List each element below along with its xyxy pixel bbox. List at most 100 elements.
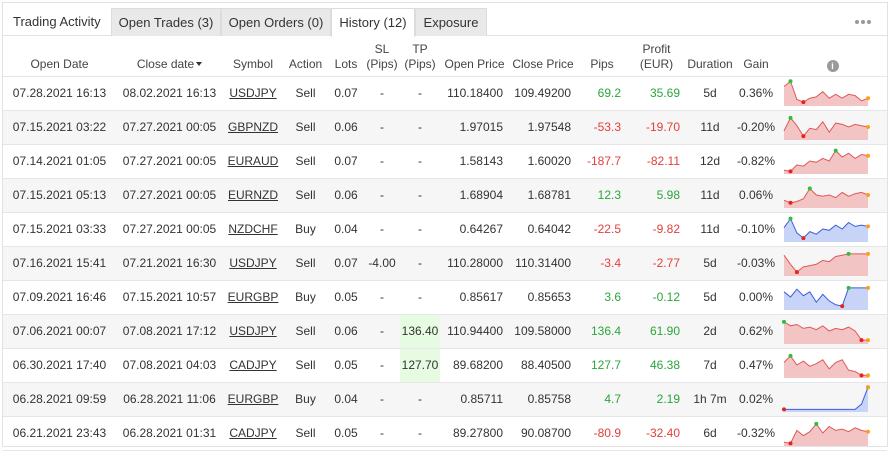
open-price-cell: 1.58143 — [440, 144, 509, 179]
sparkline-high-dot — [788, 115, 793, 120]
sparkline-line — [784, 387, 869, 410]
open-date-cell: 07.16.2021 15:41 — [3, 246, 116, 281]
equity-sparkline[interactable] — [782, 316, 870, 346]
table-body: 07.28.2021 16:13 08.02.2021 16:13 USDJPY Se… — [3, 76, 887, 451]
tab-open-orders[interactable]: Open Orders (0) — [221, 8, 331, 36]
equity-sparkline[interactable] — [782, 112, 870, 142]
sparkline-low-dot — [801, 134, 806, 139]
col-lots[interactable]: Lots — [328, 36, 364, 77]
col-sl[interactable]: SL (Pips) — [364, 36, 400, 77]
symbol-link[interactable]: CADJPY — [229, 358, 276, 372]
symbol-link[interactable]: USDJPY — [229, 324, 276, 338]
profit-cell: 61.90 — [627, 314, 686, 349]
pips-cell: -3.4 — [577, 246, 627, 281]
lots-cell: 0.06 — [328, 110, 364, 145]
pips-cell: -22.5 — [577, 212, 627, 247]
col-symbol[interactable]: Symbol — [223, 36, 283, 77]
symbol-link[interactable]: EURGBP — [228, 392, 279, 406]
open-price-cell: 110.94400 — [440, 314, 509, 349]
open-date-cell: 07.28.2021 16:13 — [3, 76, 116, 111]
sparkline-cell — [778, 110, 887, 145]
gain-cell: 0.47% — [734, 348, 778, 383]
action-cell: Sell — [283, 246, 328, 281]
open-price-cell: 1.68904 — [440, 178, 509, 213]
col-open-date[interactable]: Open Date — [3, 36, 116, 77]
tp-cell: - — [400, 76, 440, 111]
duration-cell: 7d — [686, 348, 734, 383]
equity-sparkline[interactable] — [782, 384, 870, 414]
close-date-cell: 07.08.2021 17:12 — [116, 314, 223, 349]
col-action[interactable]: Action — [283, 36, 328, 77]
tab-open-trades[interactable]: Open Trades (3) — [111, 8, 221, 36]
equity-sparkline[interactable] — [782, 214, 870, 244]
tab-history[interactable]: History (12) — [331, 8, 415, 37]
duration-cell: 11d — [686, 212, 734, 247]
equity-sparkline[interactable] — [782, 282, 870, 312]
symbol-link[interactable]: CADJPY — [229, 426, 276, 440]
table-row: 07.15.2021 03:33 07.27.2021 00:05 NZDCHF Bu… — [3, 212, 887, 247]
sparkline-low-dot — [801, 100, 806, 105]
profit-cell: 2.19 — [627, 382, 686, 417]
tp-cell: - — [400, 280, 440, 315]
info-icon[interactable]: i — [826, 59, 839, 72]
equity-sparkline[interactable] — [782, 146, 870, 176]
equity-sparkline[interactable] — [782, 418, 870, 448]
col-tp[interactable]: TP (Pips) — [400, 36, 440, 77]
equity-sparkline[interactable] — [782, 180, 870, 210]
sl-cell: - — [364, 76, 400, 111]
col-info: i — [778, 36, 887, 77]
close-price-cell: 1.68781 — [509, 178, 577, 213]
profit-cell: -0.12 — [627, 280, 686, 315]
col-profit[interactable]: Profit (EUR) — [627, 36, 686, 77]
action-cell: Sell — [283, 348, 328, 383]
sparkline-low-dot — [840, 304, 845, 309]
tp-cell: - — [400, 110, 440, 145]
profit-cell: -9.82 — [627, 212, 686, 247]
sparkline-end-dot — [866, 338, 870, 343]
symbol-link[interactable]: USDJPY — [229, 86, 276, 100]
equity-sparkline[interactable] — [782, 350, 870, 380]
symbol-link[interactable]: EURAUD — [228, 154, 279, 168]
action-cell: Sell — [283, 110, 328, 145]
symbol-link[interactable]: NZDCHF — [228, 222, 277, 236]
equity-sparkline[interactable] — [782, 78, 870, 108]
sparkline-cell — [778, 212, 887, 247]
pips-cell: 3.6 — [577, 280, 627, 315]
table-row: 07.15.2021 05:13 07.27.2021 00:05 EURNZD Se… — [3, 178, 887, 213]
symbol-link[interactable]: GBPNZD — [228, 120, 278, 134]
sparkline-cell — [778, 382, 887, 417]
symbol-link[interactable]: EURNZD — [228, 188, 278, 202]
action-cell: Buy — [283, 382, 328, 417]
symbol-cell: NZDCHF — [223, 212, 283, 247]
open-date-cell: 07.15.2021 03:33 — [3, 212, 116, 247]
sparkline-area — [784, 355, 868, 378]
col-duration[interactable]: Duration — [686, 36, 734, 77]
duration-cell: 1h 7m — [686, 382, 734, 417]
equity-sparkline[interactable] — [782, 248, 870, 278]
sl-cell: - — [364, 178, 400, 213]
action-cell: Sell — [283, 314, 328, 349]
trading-activity-widget: Trading Activity Open Trades (3) Open Or… — [2, 2, 888, 451]
tab-exposure[interactable]: Exposure — [415, 8, 487, 36]
col-close-date[interactable]: Close date — [116, 36, 223, 77]
tp-cell: - — [400, 382, 440, 417]
sparkline-high-dot — [833, 148, 838, 153]
col-close-price[interactable]: Close Price — [509, 36, 577, 77]
widget-title: Trading Activity — [13, 14, 101, 29]
symbol-link[interactable]: EURGBP — [228, 290, 279, 304]
col-gain[interactable]: Gain — [734, 36, 778, 77]
sparkline-end-dot — [866, 251, 870, 256]
sl-cell: - — [364, 416, 400, 451]
ellipsis-icon[interactable] — [855, 13, 873, 24]
duration-cell: 6d — [686, 416, 734, 451]
col-open-price[interactable]: Open Price — [440, 36, 509, 77]
pips-cell: 4.7 — [577, 382, 627, 417]
tp-cell: - — [400, 144, 440, 179]
col-pips[interactable]: Pips — [577, 36, 627, 77]
close-date-cell: 07.15.2021 10:57 — [116, 280, 223, 315]
sparkline-high-dot — [846, 285, 851, 290]
symbol-link[interactable]: USDJPY — [229, 256, 276, 270]
close-date-cell: 07.27.2021 00:05 — [116, 212, 223, 247]
tp-cell: - — [400, 212, 440, 247]
sparkline-cell — [778, 144, 887, 179]
